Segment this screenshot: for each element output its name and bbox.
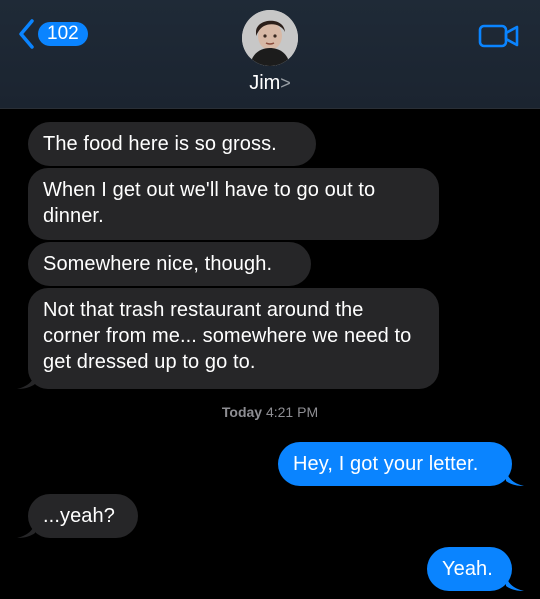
message-text: When I get out we'll have to go out to d… (43, 179, 376, 227)
timestamp: Today 4:21 PM (0, 404, 540, 420)
incoming-message[interactable]: When I get out we'll have to go out to d… (28, 168, 439, 240)
message-text: Hey, I got your letter. (293, 453, 479, 475)
outgoing-message[interactable]: Yeah. (427, 547, 512, 591)
contact-avatar[interactable] (242, 10, 298, 66)
chevron-right-icon: > (280, 73, 291, 93)
incoming-message[interactable]: The food here is so gross. (28, 122, 316, 166)
message-text: Not that trash restaurant around the cor… (43, 299, 412, 373)
incoming-message[interactable]: ...yeah? (28, 494, 138, 538)
contact-name[interactable]: Jim> (0, 70, 540, 96)
back-button[interactable]: 102 (16, 17, 88, 51)
outgoing-message[interactable]: Hey, I got your letter. (278, 442, 512, 486)
video-camera-icon[interactable] (478, 22, 520, 50)
timestamp-day: Today (221, 404, 263, 420)
contact-name-label: Jim (249, 72, 281, 94)
timestamp-time: 4:21 PM (265, 404, 319, 420)
bubble-tail (17, 370, 35, 389)
avatar-image (242, 10, 298, 66)
message-text: Yeah. (442, 558, 493, 580)
bubble-tail (506, 467, 524, 486)
bubble-tail (17, 519, 35, 538)
incoming-message[interactable]: Somewhere nice, though. (28, 242, 311, 286)
message-text: Somewhere nice, though. (43, 253, 273, 275)
message-text: ...yeah? (43, 505, 115, 527)
bubble-tail (506, 572, 524, 591)
unread-count-badge: 102 (38, 22, 88, 46)
incoming-message[interactable]: Not that trash restaurant around the cor… (28, 288, 439, 389)
conversation-header: 102 Jim> (0, 0, 540, 109)
chevron-left-icon (19, 19, 34, 49)
message-text: The food here is so gross. (43, 133, 277, 155)
